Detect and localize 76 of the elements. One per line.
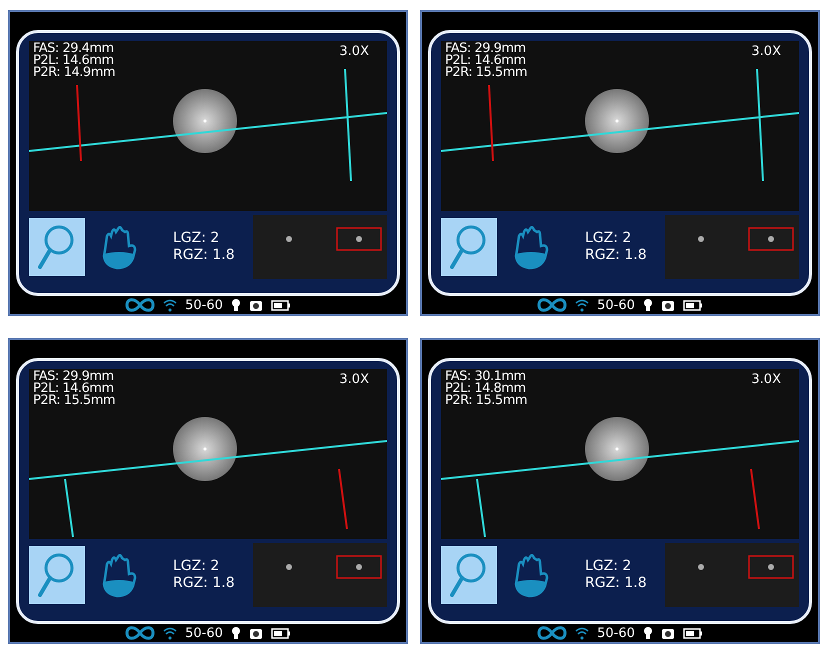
gaze-text: RGZ: 1.8 — [173, 575, 236, 592]
zoom-level: 3.0X — [751, 372, 781, 387]
pupil-drawing — [173, 89, 237, 153]
camera-icon — [248, 298, 263, 312]
zoom-level: 3.0X — [751, 44, 781, 59]
measurement-text: P2L: 14.8mm — [445, 383, 526, 395]
measurement-text: FAS: 29.9mm — [445, 43, 527, 55]
gaze-text: LGZ: 2 — [173, 558, 220, 575]
marker-line[interactable] — [344, 68, 352, 182]
pupil-dot — [356, 564, 362, 570]
infinity-icon — [125, 298, 156, 312]
marker-line[interactable] — [750, 468, 760, 530]
measurement-text: FAS: 29.4mm — [33, 43, 115, 55]
marker-line[interactable] — [476, 478, 486, 538]
pupil-dot — [286, 236, 292, 242]
measurement-text: FAS: 29.9mm — [33, 371, 115, 383]
wifi-icon — [575, 298, 590, 312]
wifi-icon — [163, 298, 178, 312]
wifi-icon — [163, 626, 178, 640]
marker-line[interactable] — [76, 84, 82, 162]
pupil-dot — [356, 236, 362, 242]
infinity-icon — [125, 626, 156, 640]
battery-icon — [270, 300, 291, 310]
bulb-icon — [230, 298, 241, 312]
marker-line[interactable] — [64, 478, 74, 538]
measurement-text: P2R: 14.9mm — [33, 67, 116, 79]
status-text: 50-60 — [597, 298, 635, 312]
battery-icon — [682, 300, 703, 310]
pupil-dot — [698, 564, 704, 570]
magnifier-tool-button[interactable] — [29, 546, 85, 604]
gaze-text: LGZ: 2 — [173, 230, 220, 247]
measurement-text: P2R: 15.5mm — [445, 395, 528, 407]
marker-line[interactable] — [488, 84, 494, 162]
pupil-dot — [698, 236, 704, 242]
infinity-icon — [537, 626, 568, 640]
pupil-dot — [768, 236, 774, 242]
status-text: 50-60 — [597, 626, 635, 640]
gaze-text: RGZ: 1.8 — [585, 247, 648, 264]
zoom-level: 3.0X — [339, 372, 369, 387]
selection-frame — [748, 555, 794, 579]
measurement-text: FAS: 30.1mm — [445, 371, 527, 383]
zoom-level: 3.0X — [339, 44, 369, 59]
pupil-drawing — [585, 89, 649, 153]
measurement-text: P2L: 14.6mm — [445, 55, 526, 67]
gaze-text: RGZ: 1.8 — [585, 575, 648, 592]
status-text: 50-60 — [185, 298, 223, 312]
selection-frame — [336, 227, 382, 251]
infinity-icon — [537, 298, 568, 312]
magnifier-tool-button[interactable] — [441, 218, 497, 276]
bulb-icon — [642, 298, 653, 312]
measurement-text: P2R: 15.5mm — [445, 67, 528, 79]
bulb-icon — [230, 626, 241, 640]
measurement-text: P2R: 15.5mm — [33, 395, 116, 407]
measurement-text: P2L: 14.6mm — [33, 383, 114, 395]
pupil-drawing — [585, 417, 649, 481]
magnifier-tool-button[interactable] — [441, 546, 497, 604]
marker-line[interactable] — [756, 68, 764, 182]
pupil-dot — [768, 564, 774, 570]
pupil-dot — [286, 564, 292, 570]
selection-frame — [748, 227, 794, 251]
gaze-text: LGZ: 2 — [585, 558, 632, 575]
selection-frame — [336, 555, 382, 579]
camera-icon — [660, 626, 675, 640]
pupil-drawing — [173, 417, 237, 481]
wifi-icon — [575, 626, 590, 640]
bulb-icon — [642, 626, 653, 640]
gaze-text: LGZ: 2 — [585, 230, 632, 247]
camera-icon — [248, 626, 263, 640]
battery-icon — [682, 628, 703, 638]
gaze-text: RGZ: 1.8 — [173, 247, 236, 264]
battery-icon — [270, 628, 291, 638]
status-text: 50-60 — [185, 626, 223, 640]
magnifier-tool-button[interactable] — [29, 218, 85, 276]
marker-line[interactable] — [338, 468, 348, 530]
camera-icon — [660, 298, 675, 312]
measurement-text: P2L: 14.6mm — [33, 55, 114, 67]
